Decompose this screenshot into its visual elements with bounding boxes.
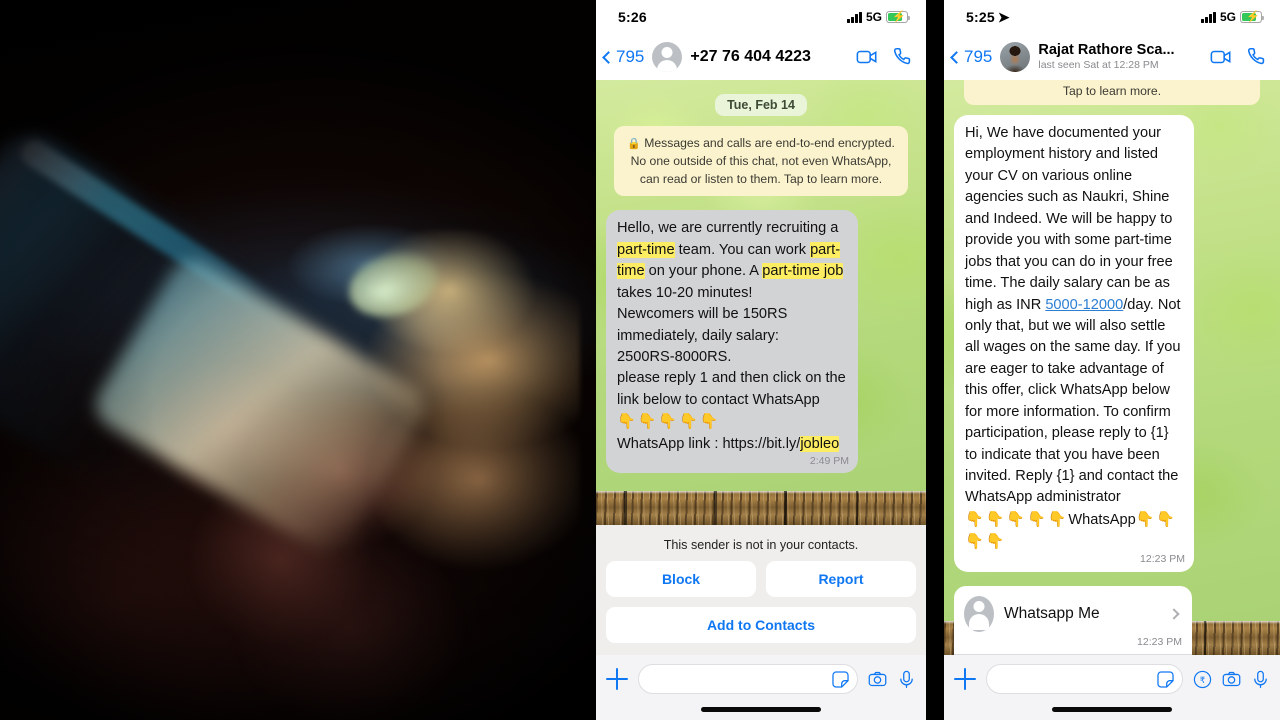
message-bubble-incoming[interactable]: Hello, we are currently recruiting a par…: [606, 210, 858, 474]
chat-messages: Tue, Feb 14 🔒 Messages and calls are end…: [596, 80, 926, 525]
down-arrow-emoji: 👇👇👇👇👇: [965, 510, 1069, 528]
highlighted-text: part-time job: [762, 263, 844, 280]
contact-card-name: Whatsapp Me: [1004, 604, 1100, 622]
message-input[interactable]: [986, 664, 1183, 694]
unknown-sender-note: This sender is not in your contacts.: [663, 538, 859, 552]
avatar: [964, 595, 994, 632]
compose-bar: ₹: [944, 655, 1280, 698]
chevron-right-icon[interactable]: [1168, 608, 1180, 620]
battery-icon: ⚡: [1240, 11, 1264, 23]
status-indicators: 5G ⚡: [1201, 10, 1264, 24]
shared-contact-card[interactable]: Whatsapp Me 12:23 PM Message Save Contac…: [954, 585, 1192, 655]
status-time-label: 5:25: [966, 9, 995, 25]
home-indicator[interactable]: [1052, 706, 1172, 712]
encryption-notice[interactable]: 🔒 Messages and calls are end-to-end encr…: [614, 126, 908, 197]
status-indicators: 5G ⚡: [847, 10, 910, 24]
chat-thread-right[interactable]: Tap to learn more. Hi, We have documente…: [944, 80, 1280, 655]
contact-last-seen: last seen Sat at 12:28 PM: [1038, 58, 1159, 71]
video-call-icon[interactable]: [1210, 46, 1232, 68]
microphone-icon[interactable]: [1251, 670, 1270, 689]
message-input[interactable]: [638, 664, 858, 694]
home-indicator-area: [944, 698, 1280, 720]
contact-card-timestamp: 12:23 PM: [1137, 635, 1182, 648]
nav-actions: [1210, 46, 1268, 68]
contact-phone-number: +27 76 404 4223: [690, 48, 811, 65]
status-bar: 5:25 ➤ 5G ⚡: [944, 0, 1280, 34]
highlighted-text: jobleo: [800, 435, 840, 452]
home-indicator-area: [596, 698, 926, 720]
status-time: 5:26: [618, 9, 647, 25]
chat-title-wrap[interactable]: Rajat Rathore Sca... last seen Sat at 12…: [1038, 42, 1202, 72]
battery-icon: ⚡: [886, 11, 910, 23]
sticker-icon[interactable]: [831, 670, 850, 689]
back-button-label: 795: [964, 47, 993, 66]
encryption-notice-tail[interactable]: Tap to learn more.: [964, 80, 1260, 105]
add-attachment-icon[interactable]: [606, 668, 628, 690]
microphone-icon[interactable]: [897, 670, 916, 689]
contact-name: Rajat Rathore Sca...: [1038, 42, 1175, 59]
photo-vignette: [0, 0, 596, 720]
video-call-icon[interactable]: [856, 46, 878, 68]
message-text: Hi, We have documented your employment h…: [965, 125, 1181, 551]
location-arrow-icon: ➤: [997, 8, 1010, 25]
chat-nav-bar: 795 +27 76 404 4223: [596, 34, 926, 80]
compose-bar: [596, 655, 926, 698]
highlighted-text: part-time: [617, 241, 675, 258]
avatar[interactable]: [652, 42, 683, 72]
chat-thread-middle[interactable]: Tue, Feb 14 🔒 Messages and calls are end…: [596, 80, 926, 525]
camera-icon[interactable]: [868, 670, 887, 689]
back-button[interactable]: 795: [950, 47, 993, 67]
message-text: Hello, we are currently recruiting a par…: [617, 220, 846, 452]
contact-card-header: Whatsapp Me: [954, 586, 1192, 636]
report-button[interactable]: Report: [766, 561, 916, 597]
camera-icon[interactable]: [1222, 670, 1241, 689]
inline-link[interactable]: 5000-12000: [1045, 297, 1123, 313]
network-type-label: 5G: [1219, 10, 1236, 24]
add-attachment-icon[interactable]: [954, 668, 976, 690]
status-bar: 5:26 5G ⚡: [596, 0, 926, 34]
phone-screenshot-middle: 5:26 5G ⚡ 795 +27 76 404 4223 Tue, Feb 1…: [596, 0, 926, 720]
down-arrow-emoji: 👇👇👇👇👇: [617, 413, 721, 431]
add-to-contacts-button[interactable]: Add to Contacts: [606, 607, 916, 643]
back-button[interactable]: 795: [602, 47, 645, 67]
lock-icon: 🔒: [627, 138, 641, 150]
sheet-button-row: Block Report: [606, 561, 916, 597]
block-button[interactable]: Block: [606, 561, 756, 597]
signal-bars-icon: [847, 11, 862, 23]
message-timestamp: 2:49 PM: [809, 454, 849, 467]
chat-title-wrap[interactable]: +27 76 404 4223: [690, 48, 848, 66]
phone-call-icon[interactable]: [892, 46, 914, 68]
home-indicator[interactable]: [701, 706, 821, 712]
avatar[interactable]: [1000, 42, 1031, 72]
chat-messages: Tap to learn more. Hi, We have documente…: [944, 80, 1280, 655]
signal-bars-icon: [1201, 11, 1216, 23]
phone-call-icon[interactable]: [1246, 46, 1268, 68]
sticker-icon[interactable]: [1156, 670, 1175, 689]
stock-photo-hand-with-phone: [0, 0, 596, 720]
nav-actions: [856, 46, 914, 68]
back-button-label: 795: [616, 47, 645, 66]
message-timestamp: 12:23 PM: [1140, 553, 1185, 566]
chevron-left-icon: [950, 50, 963, 64]
status-time: 5:25 ➤: [966, 9, 1010, 26]
rupee-payment-icon[interactable]: ₹: [1193, 670, 1212, 689]
message-bubble-incoming[interactable]: Hi, We have documented your employment h…: [954, 115, 1194, 572]
screenshot-root: 5:26 5G ⚡ 795 +27 76 404 4223 Tue, Feb 1…: [0, 0, 1280, 720]
phone-screenshot-right: 5:25 ➤ 5G ⚡ 795 Rajat Rathore Sca... las…: [944, 0, 1280, 720]
day-divider: Tue, Feb 14: [715, 94, 807, 116]
unknown-sender-action-sheet: This sender is not in your contacts. Blo…: [596, 525, 926, 655]
network-type-label: 5G: [865, 10, 882, 24]
chevron-left-icon: [602, 50, 615, 64]
encryption-notice-text: Messages and calls are end-to-end encryp…: [630, 136, 895, 187]
chat-nav-bar: 795 Rajat Rathore Sca... last seen Sat a…: [944, 34, 1280, 80]
svg-text:₹: ₹: [1200, 674, 1206, 684]
